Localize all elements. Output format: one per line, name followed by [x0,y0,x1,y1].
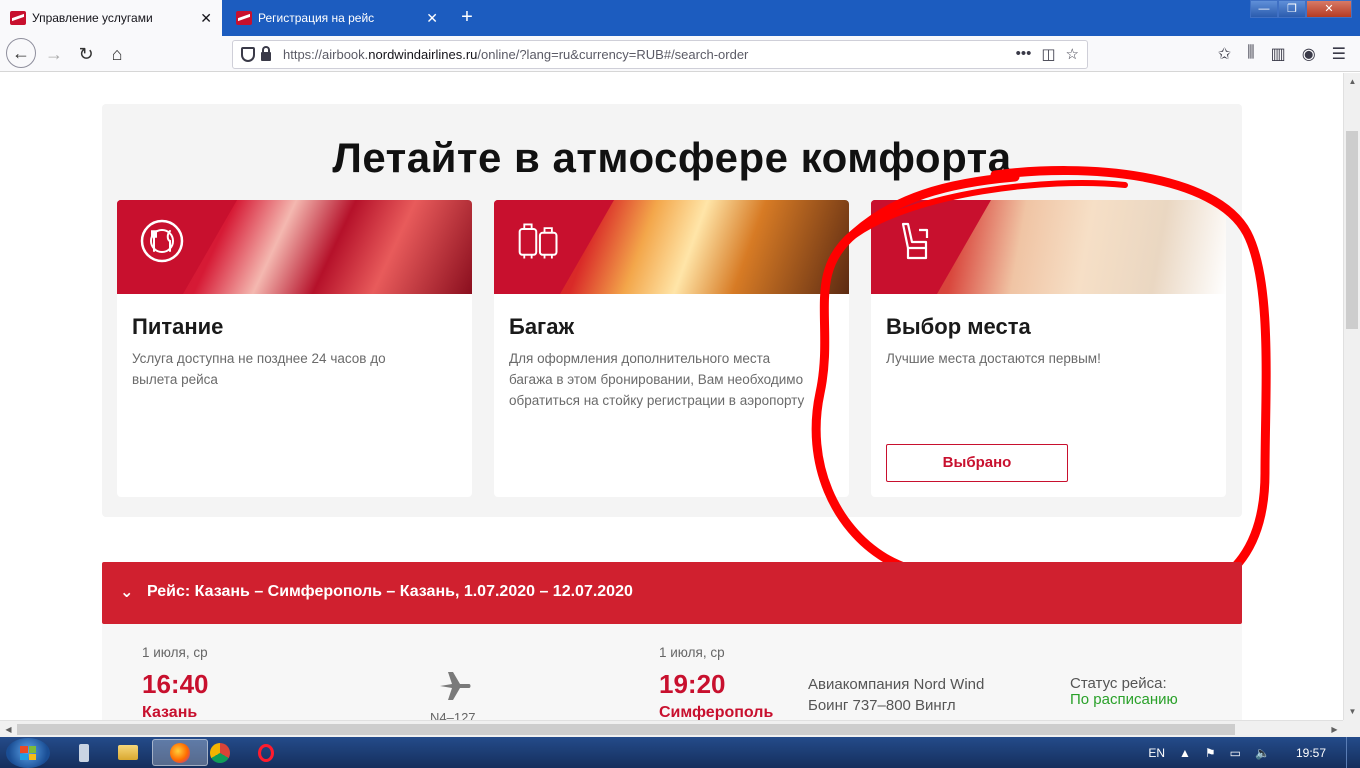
taskbar: EN ▲ ⚑ ▭ 🔈 19:57 [0,737,1360,768]
network-icon[interactable]: ▭ [1230,746,1241,760]
windows-logo-icon [20,746,36,760]
tab-title: Управление услугами [32,11,153,25]
flight-route-title: Рейс: Казань – Симферополь – Казань, 1.0… [147,583,633,600]
scroll-right-arrow-icon[interactable]: ▶ [1326,721,1343,738]
seat-icon [901,222,929,260]
food-icon [140,219,184,263]
url-prefix: https://airbook. [283,47,369,62]
bookmarks-star-icon[interactable]: ✩ [1218,44,1231,64]
close-tab-icon[interactable]: ✕ [200,9,212,27]
tray-expand-icon[interactable]: ▲ [1179,746,1191,760]
hamburger-menu-icon[interactable]: ☰ [1332,44,1346,64]
new-tab-plus-icon[interactable]: + [456,4,478,30]
status-value: По расписанию [1070,691,1178,708]
service-card-food[interactable]: Питание Услуга доступна не позднее 24 ча… [117,200,472,497]
firefox-icon [170,742,190,763]
flight-header-bar[interactable]: ⌄ Рейс: Казань – Симферополь – Казань, 1… [102,562,1242,624]
server-icon [79,743,89,762]
folder-icon [118,745,138,760]
tab-title: Регистрация на рейс [258,11,375,25]
scroll-up-arrow-icon[interactable]: ▲ [1344,73,1360,90]
card-title: Багаж [509,314,575,339]
minimize-button[interactable]: — [1250,0,1278,18]
scrollbar-thumb[interactable] [1346,131,1358,329]
library-icon[interactable]: ⫼ [1247,44,1254,64]
url-actions: ••• ◫ ☆ [1016,45,1079,63]
action-center-flag-icon[interactable]: ⚑ [1205,746,1216,760]
card-description: Для оформления дополнительного места баг… [509,351,805,408]
seat-photo [871,200,1226,294]
luggage-icon [518,223,558,259]
service-card-baggage[interactable]: Багаж Для оформления дополнительного мес… [494,200,849,497]
taskbar-opera[interactable] [238,739,294,766]
back-arrow-icon[interactable]: ← [6,38,36,68]
language-indicator[interactable]: EN [1148,746,1165,760]
start-button[interactable] [6,738,50,768]
maximize-button[interactable]: ❐ [1278,0,1306,18]
nordwind-favicon-icon [236,11,252,25]
scroll-down-arrow-icon[interactable]: ▼ [1344,703,1360,720]
vertical-scrollbar[interactable]: ▲ ▼ [1343,73,1360,720]
card-title: Питание [132,314,224,339]
departure-city: Казань [142,704,198,720]
card-description: Услуга доступна не позднее 24 часов до в… [132,351,386,387]
food-photo [117,200,472,294]
tab-check-in[interactable]: Регистрация на рейс ✕ [226,0,448,36]
airplane-icon [440,672,471,700]
lock-icon[interactable] [261,46,271,61]
service-card-seat-selection[interactable]: Выбор места Лучшие места достаются первы… [871,200,1226,497]
card-title: Выбор места [886,314,1031,339]
arrival-time: 19:20 [659,669,726,699]
show-desktop-button[interactable] [1346,737,1360,768]
chrome-icon [210,742,230,763]
account-icon[interactable]: ◉ [1302,44,1316,64]
pocket-icon[interactable]: ◫ [1041,45,1055,63]
bookmark-star-icon[interactable]: ☆ [1066,45,1079,63]
arrival-date: 1 июля, ср [659,645,725,660]
scroll-left-arrow-icon[interactable]: ◀ [0,721,17,738]
card-description: Лучшие места достаются первым! [886,351,1101,366]
forward-arrow-icon[interactable]: → [40,40,68,68]
chevron-down-icon[interactable]: ⌄ [120,582,133,602]
scrollbar-corner [1343,720,1360,737]
taskbar-explorer[interactable] [100,739,156,766]
navigation-bar: ← → ↻ ⌂ https://airbook. nordwindairlines… [0,36,1360,72]
toolbar-right: ✩ ⫼ ▥ ◉ ☰ [1218,44,1346,64]
volume-icon[interactable]: 🔈 [1255,746,1270,760]
home-icon[interactable]: ⌂ [103,40,131,68]
flight-number: N4–127 [430,710,476,720]
page-actions-menu-icon[interactable]: ••• [1016,45,1032,63]
tab-bar: Управление услугами ✕ Регистрация на рей… [0,0,1360,36]
reload-icon[interactable]: ↻ [72,40,100,68]
departure-time: 16:40 [142,669,209,699]
nordwind-favicon-icon [10,11,26,25]
arrival-city: Симферополь [659,704,774,720]
baggage-photo [494,200,849,294]
flight-details: 1 июля, ср 16:40 Казань N4–127 1 июля, с… [102,624,1242,720]
close-tab-icon[interactable]: ✕ [426,9,438,27]
window-controls: — ❐ ✕ [1250,0,1352,18]
services-title: Летайте в атмосфере комфорта [332,134,1012,181]
url-host: nordwindairlines.ru [368,47,478,62]
horizontal-scrollbar[interactable]: ◀ ▶ [0,720,1343,737]
url-path: /online/?lang=ru&currency=RUB#/search-or… [477,47,749,62]
clock[interactable]: 19:57 [1296,746,1326,760]
sidebar-icon[interactable]: ▥ [1271,44,1286,64]
airline-name: Авиакомпания Nord Wind [808,676,985,693]
scrollbar-thumb[interactable] [17,724,1235,735]
services-section: Летайте в атмосфере комфорта Питание Усл… [102,104,1242,517]
tracking-shield-icon[interactable] [241,47,255,62]
system-tray: EN ▲ ⚑ ▭ 🔈 19:57 [1148,737,1360,768]
close-window-button[interactable]: ✕ [1306,0,1352,18]
selected-button[interactable]: Выбрано [886,444,1068,482]
opera-icon [258,743,274,762]
departure-date: 1 июля, ср [142,645,208,660]
tab-manage-services[interactable]: Управление услугами ✕ [0,0,222,36]
address-bar[interactable]: https://airbook. nordwindairlines.ru/onli… [232,40,1088,69]
status-label: Статус рейса: [1070,675,1167,692]
aircraft-type: Боинг 737–800 Вингл [808,697,956,714]
page-content: Летайте в атмосфере комфорта Питание Усл… [0,73,1343,720]
